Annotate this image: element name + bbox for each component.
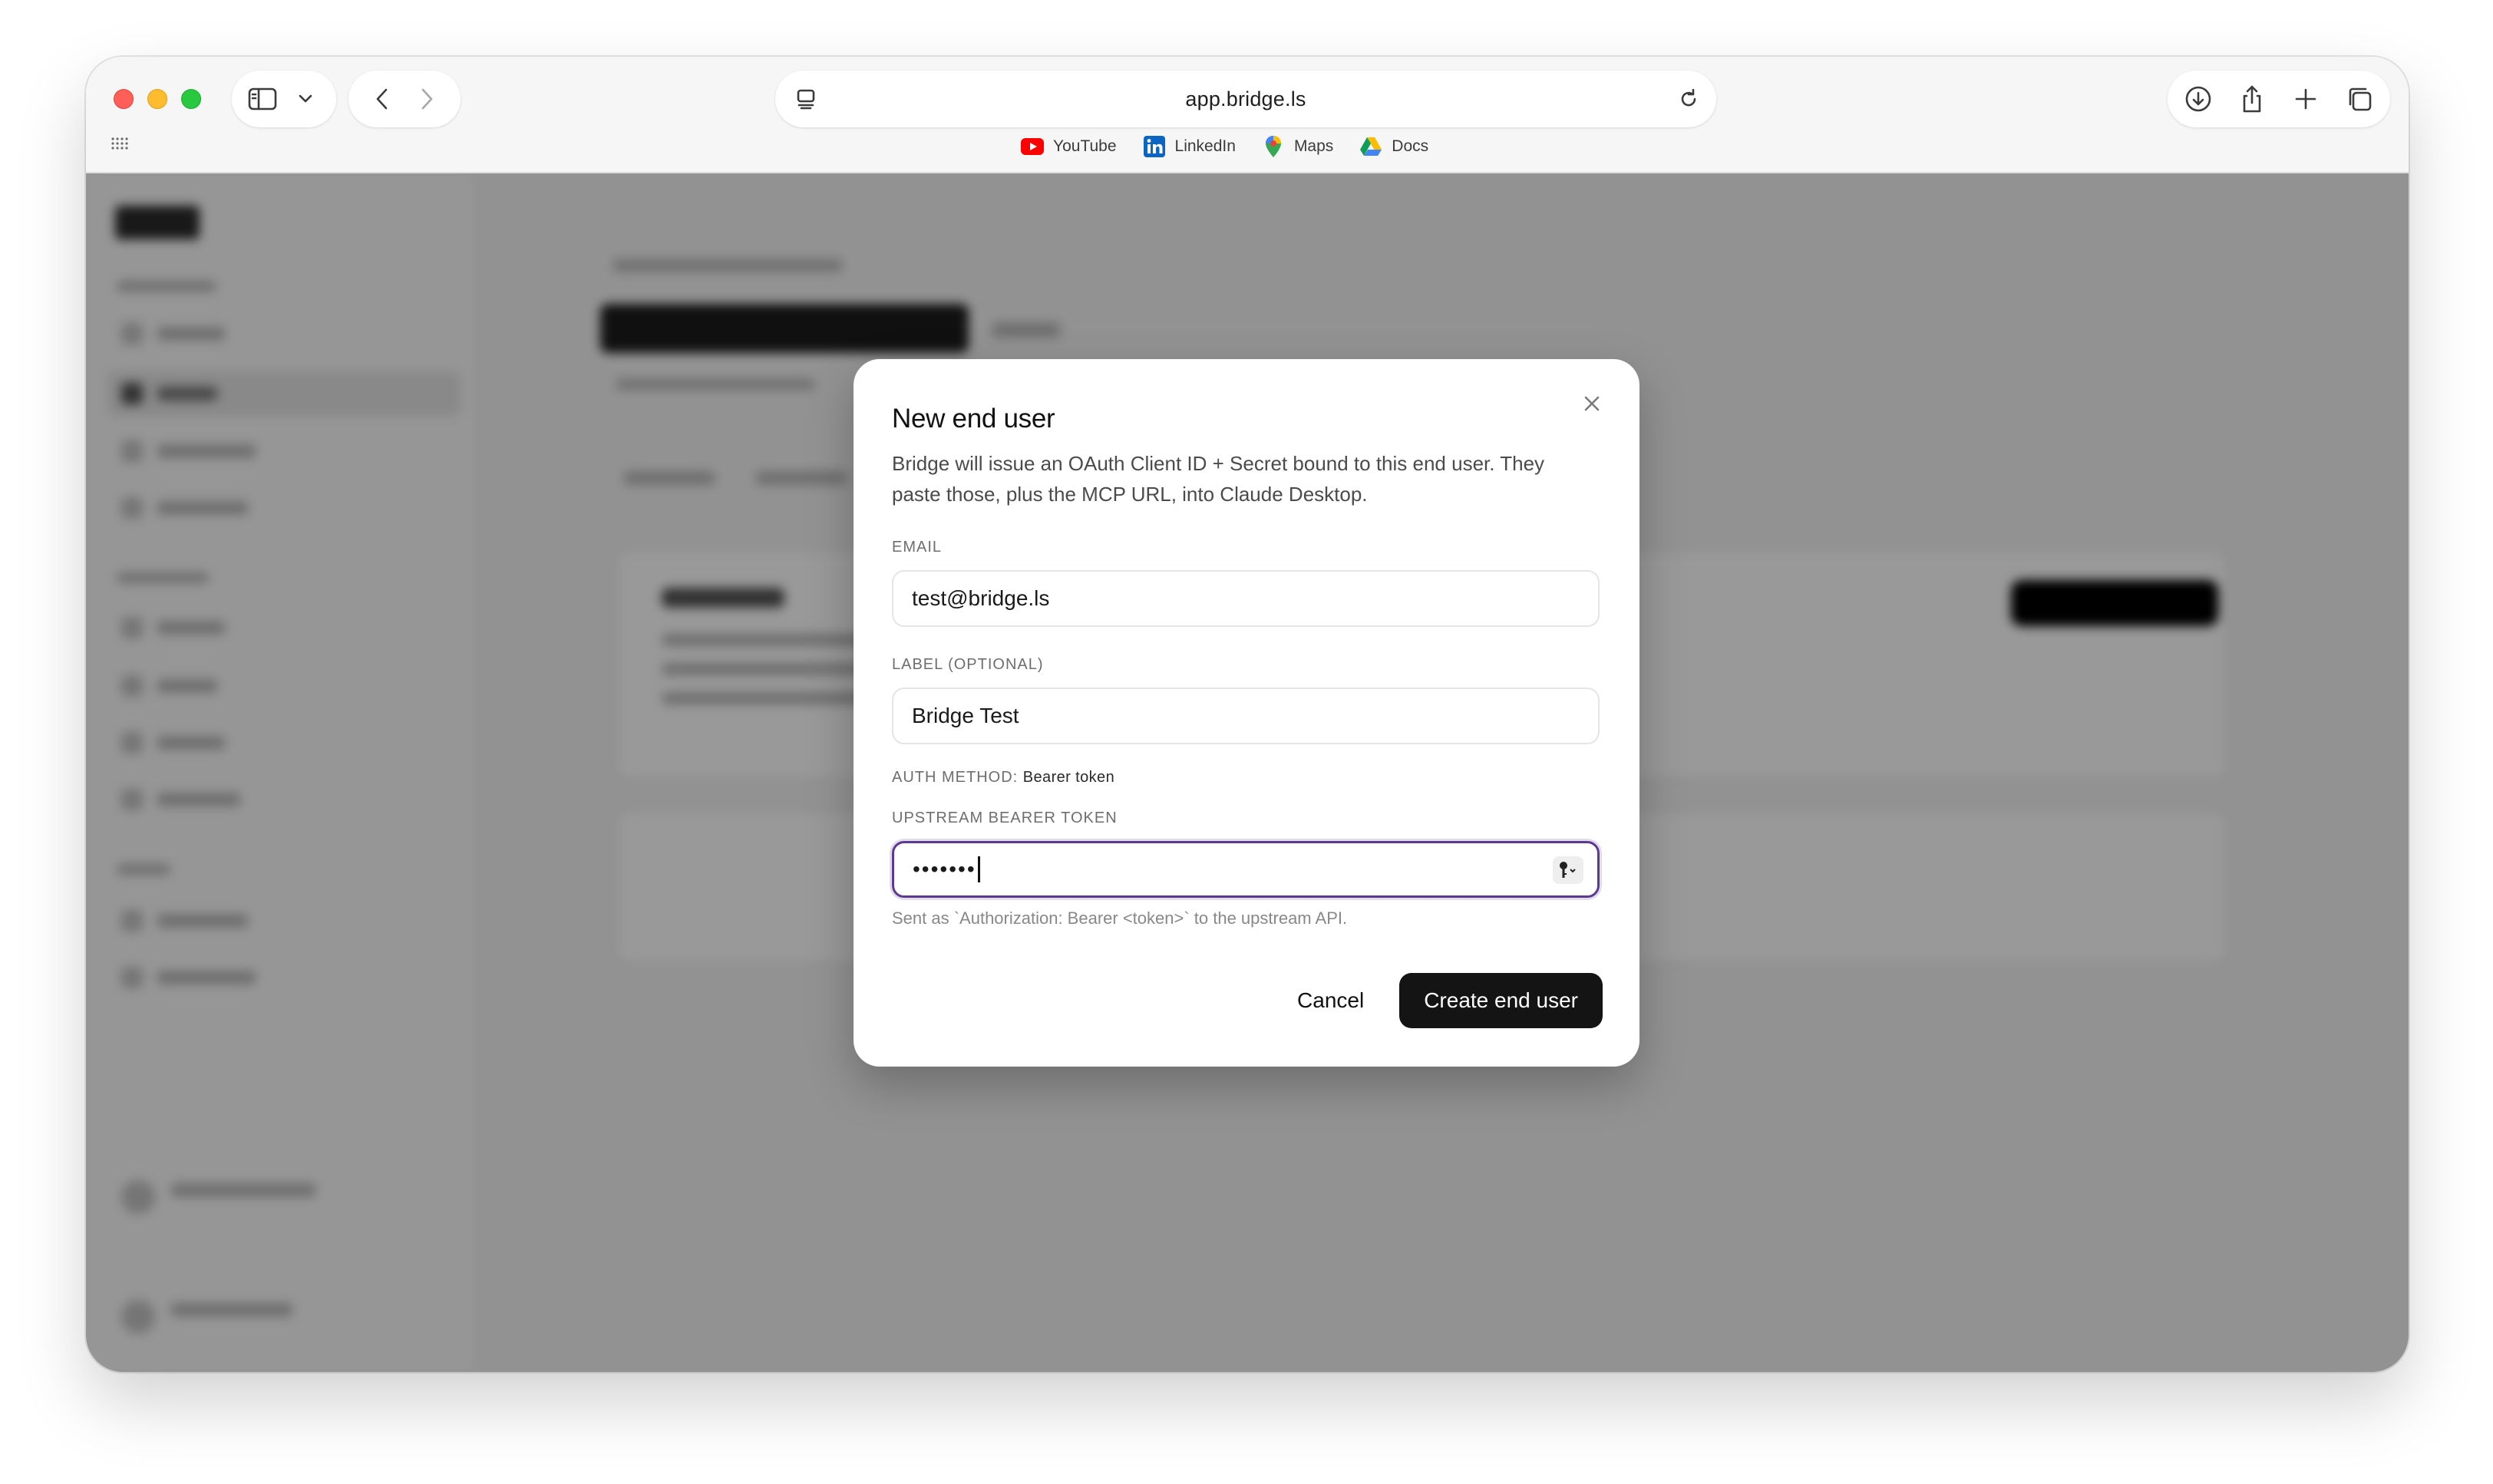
tab-overview-icon[interactable] xyxy=(2343,82,2376,116)
bookmark-label: Maps xyxy=(1293,137,1334,155)
dialog-actions: Cancel Create end user xyxy=(1297,973,1603,1028)
auth-method-label: AUTH METHOD: xyxy=(892,769,1019,786)
youtube-icon xyxy=(1021,135,1044,158)
sidebar-icon[interactable] xyxy=(246,82,279,116)
text-caret xyxy=(977,856,980,882)
maps-icon xyxy=(1262,135,1285,158)
email-label: EMAIL xyxy=(892,539,943,556)
browser-window: app.bridge.ls YouTube LinkedIn Maps Docs… xyxy=(86,57,2409,1372)
back-icon[interactable] xyxy=(365,82,399,116)
bookmark-youtube[interactable]: YouTube xyxy=(1021,135,1117,158)
bearer-token-field[interactable]: ••••••• xyxy=(892,841,1600,898)
auth-method: AUTH METHOD: Bearer token xyxy=(892,769,1601,787)
linkedin-icon xyxy=(1143,135,1166,158)
close-window-button[interactable] xyxy=(114,89,134,109)
create-end-user-button[interactable]: Create end user xyxy=(1399,973,1603,1028)
cancel-button[interactable]: Cancel xyxy=(1297,988,1364,1013)
chevron-down-icon[interactable] xyxy=(289,82,322,116)
address-bar[interactable]: app.bridge.ls xyxy=(775,71,1716,127)
auth-method-value: Bearer token xyxy=(1022,769,1115,786)
minimize-window-button[interactable] xyxy=(147,89,167,109)
bookmark-label: LinkedIn xyxy=(1174,137,1236,155)
navigation-group xyxy=(348,71,461,127)
email-value: test@bridge.ls xyxy=(912,586,1050,610)
browser-actions xyxy=(2168,71,2390,127)
label-field-label: LABEL (OPTIONAL) xyxy=(892,656,1044,673)
password-manager-key-icon[interactable] xyxy=(1553,856,1583,884)
bookmark-label: YouTube xyxy=(1053,137,1117,155)
bookmarks-bar: YouTube LinkedIn Maps Docs xyxy=(1021,135,1428,158)
close-dialog-button[interactable] xyxy=(1577,388,1607,419)
bookmark-label: Docs xyxy=(1392,137,1429,155)
drive-icon xyxy=(1359,135,1382,158)
browser-toolbar: app.bridge.ls YouTube LinkedIn Maps Docs xyxy=(86,57,2409,173)
share-icon[interactable] xyxy=(2235,82,2269,116)
favorites-grid-icon[interactable] xyxy=(111,137,129,154)
maximize-window-button[interactable] xyxy=(181,89,201,109)
bookmark-maps[interactable]: Maps xyxy=(1262,135,1333,158)
window-controls xyxy=(114,89,201,109)
label-value: Bridge Test xyxy=(912,704,1019,727)
url-text[interactable]: app.bridge.ls xyxy=(775,87,1716,111)
bookmark-docs[interactable]: Docs xyxy=(1359,135,1428,158)
new-end-user-dialog: New end user Bridge will issue an OAuth … xyxy=(854,359,1639,1067)
token-masked-value: ••••••• xyxy=(913,857,976,881)
dialog-title: New end user xyxy=(892,404,1055,434)
bookmark-linkedin[interactable]: LinkedIn xyxy=(1143,135,1236,158)
token-help-text: Sent as `Authorization: Bearer <token>` … xyxy=(892,909,1348,928)
reload-icon[interactable] xyxy=(1672,82,1705,116)
token-label: UPSTREAM BEARER TOKEN xyxy=(892,810,1118,826)
new-tab-icon[interactable] xyxy=(2289,82,2323,116)
forward-icon[interactable] xyxy=(410,82,444,116)
label-field[interactable]: Bridge Test xyxy=(892,688,1600,744)
close-icon xyxy=(1584,396,1600,411)
download-icon[interactable] xyxy=(2181,82,2215,116)
sidebar-toggle-group xyxy=(232,71,336,127)
dialog-description: Bridge will issue an OAuth Client ID + S… xyxy=(892,452,1545,506)
email-field[interactable]: test@bridge.ls xyxy=(892,570,1600,627)
